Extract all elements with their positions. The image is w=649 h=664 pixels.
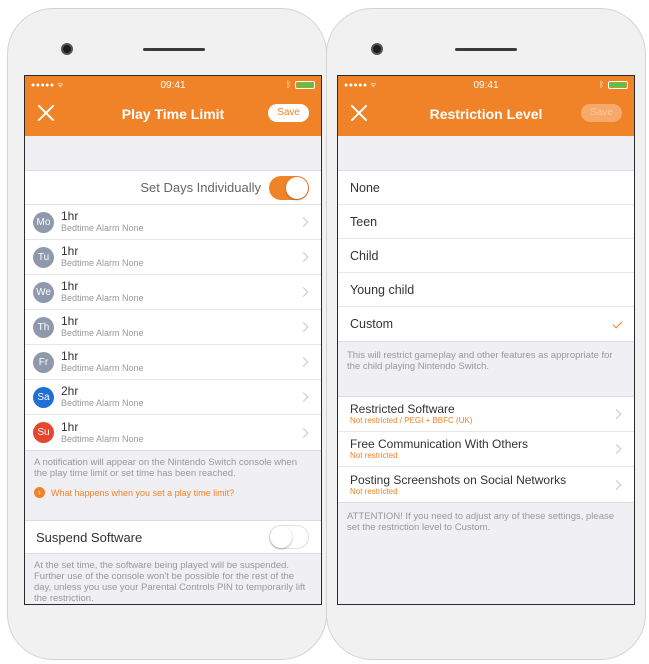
chevron-right-icon <box>298 287 309 297</box>
help-link[interactable]: › What happens when you set a play time … <box>25 479 321 498</box>
day-badge: Sa <box>33 386 54 408</box>
set-days-individually-row: Set Days Individually <box>25 171 321 205</box>
day-play-time: 2hr <box>61 384 79 398</box>
day-play-time: 1hr <box>61 419 79 434</box>
speaker-grille <box>143 48 205 51</box>
day-row-tu[interactable]: Tu 1hr Bedtime Alarm None <box>25 240 321 275</box>
status-time: 09:41 <box>473 79 499 91</box>
camera-icon <box>61 43 73 55</box>
speaker-grille <box>455 48 517 51</box>
level-option-custom[interactable]: Custom <box>338 307 634 341</box>
bluetooth-icon: ᛒ <box>599 80 604 89</box>
phone-frame-left: ●●●●● ᯤ 09:41 ᛒ Play Time Limit Save Set… <box>7 8 327 660</box>
setting-row-free-communication-with-others[interactable]: Free Communication With Others Not restri… <box>338 432 634 467</box>
level-option-label: Child <box>350 248 379 263</box>
chevron-right-icon <box>298 427 309 438</box>
day-badge: Th <box>33 316 54 338</box>
page-title: Restriction Level <box>429 106 543 122</box>
play-time-limit-screen: ●●●●● ᯤ 09:41 ᛒ Play Time Limit Save Set… <box>24 75 322 605</box>
suspend-description: At the set time, the software being play… <box>34 560 306 604</box>
status-bar: ●●●●● ᯤ 09:41 ᛒ <box>338 76 634 94</box>
attention-text: ATTENTION! If you need to adjust any of … <box>347 511 615 533</box>
day-play-time: 1hr <box>61 279 79 293</box>
day-list: Set Days Individually Mo 1hr Bedtime Alarm… <box>25 170 321 451</box>
day-bedtime-alarm: Bedtime Alarm None <box>61 328 144 338</box>
level-option-label: Teen <box>350 214 378 229</box>
setting-title: Free Communication With Others <box>350 437 529 451</box>
navigation-bar: Restriction Level Save <box>338 94 634 136</box>
day-row-fr[interactable]: Fr 1hr Bedtime Alarm None <box>25 345 321 380</box>
day-play-time: 1hr <box>61 209 79 223</box>
setting-row-posting-screenshots-on-social-networks[interactable]: Posting Screenshots on Social Networks No… <box>338 467 634 502</box>
chevron-right-icon <box>298 322 309 332</box>
day-bedtime-alarm: Bedtime Alarm None <box>61 293 144 303</box>
navigation-bar: Play Time Limit Save <box>25 94 321 136</box>
day-row-su[interactable]: Su 1hr Bedtime Alarm None <box>25 415 321 450</box>
day-row-we[interactable]: We 1hr Bedtime Alarm None <box>25 275 321 310</box>
restriction-settings-list: Restricted Software Not restricted / PEGI… <box>338 396 634 503</box>
day-badge: Fr <box>33 351 54 373</box>
level-option-teen[interactable]: Teen <box>338 205 634 239</box>
camera-icon <box>371 43 383 55</box>
day-bedtime-alarm: Bedtime Alarm None <box>61 433 144 444</box>
phone-frame-right: ●●●●● ᯤ 09:41 ᛒ Restriction Level Save N… <box>326 8 646 660</box>
day-row-sa[interactable]: Sa 2hr Bedtime Alarm None <box>25 380 321 415</box>
setting-row-restricted-software[interactable]: Restricted Software Not restricted / PEGI… <box>338 397 634 432</box>
day-play-time: 1hr <box>61 314 79 328</box>
day-badge: We <box>33 281 54 303</box>
bluetooth-icon: ᛒ <box>286 80 291 89</box>
suspend-software-label: Suspend Software <box>36 529 143 545</box>
chevron-right-icon <box>298 357 309 367</box>
set-days-individually-label: Set Days Individually <box>140 180 261 195</box>
day-bedtime-alarm: Bedtime Alarm None <box>61 258 144 268</box>
notification-text: A notification will appear on the Ninten… <box>34 457 297 479</box>
status-bar: ●●●●● ᯤ 09:41 ᛒ <box>25 76 321 94</box>
day-bedtime-alarm: Bedtime Alarm None <box>61 223 144 233</box>
battery-icon <box>295 80 315 89</box>
set-days-individually-toggle[interactable] <box>269 175 309 200</box>
day-play-time: 1hr <box>61 349 79 363</box>
battery-icon <box>608 80 628 89</box>
page-title: Play Time Limit <box>121 106 225 122</box>
save-button[interactable]: Save <box>268 104 309 122</box>
chevron-right-icon <box>298 217 309 227</box>
chevron-right-icon <box>298 392 309 402</box>
chevron-right-icon <box>298 252 309 262</box>
level-option-label: None <box>350 180 380 195</box>
day-badge: Mo <box>33 211 54 233</box>
day-bedtime-alarm: Bedtime Alarm None <box>61 363 144 373</box>
level-option-young-child[interactable]: Young child <box>338 273 634 307</box>
close-icon[interactable] <box>348 102 370 124</box>
day-badge: Tu <box>33 246 54 268</box>
day-badge: Su <box>33 422 54 443</box>
save-button[interactable]: Save <box>581 104 622 122</box>
setting-value: Not restricted <box>350 486 398 496</box>
day-play-time: 1hr <box>61 244 79 258</box>
level-option-none[interactable]: None <box>338 171 634 205</box>
close-icon[interactable] <box>35 102 57 124</box>
suspend-software-row: Suspend Software <box>25 520 321 554</box>
level-option-label: Young child <box>350 282 415 297</box>
help-link-label: What happens when you set a play time li… <box>51 487 235 498</box>
setting-title: Restricted Software <box>350 402 455 416</box>
level-option-child[interactable]: Child <box>338 239 634 273</box>
status-time: 09:41 <box>160 79 186 91</box>
suspend-software-toggle[interactable] <box>269 525 309 549</box>
day-row-mo[interactable]: Mo 1hr Bedtime Alarm None <box>25 205 321 240</box>
day-row-th[interactable]: Th 1hr Bedtime Alarm None <box>25 310 321 345</box>
setting-value: Not restricted <box>350 451 398 460</box>
checkmark-icon <box>612 318 623 329</box>
day-bedtime-alarm: Bedtime Alarm None <box>61 398 144 408</box>
arrow-right-icon: › <box>34 487 45 498</box>
setting-value: Not restricted / PEGI + BBFC (UK) <box>350 416 473 425</box>
level-description: This will restrict gameplay and other fe… <box>347 350 613 372</box>
setting-title: Posting Screenshots on Social Networks <box>350 472 567 487</box>
level-option-label: Custom <box>350 317 394 331</box>
restriction-level-screen: ●●●●● ᯤ 09:41 ᛒ Restriction Level Save N… <box>337 75 635 605</box>
restriction-level-list: None Teen Child Young child Custom <box>338 170 634 342</box>
